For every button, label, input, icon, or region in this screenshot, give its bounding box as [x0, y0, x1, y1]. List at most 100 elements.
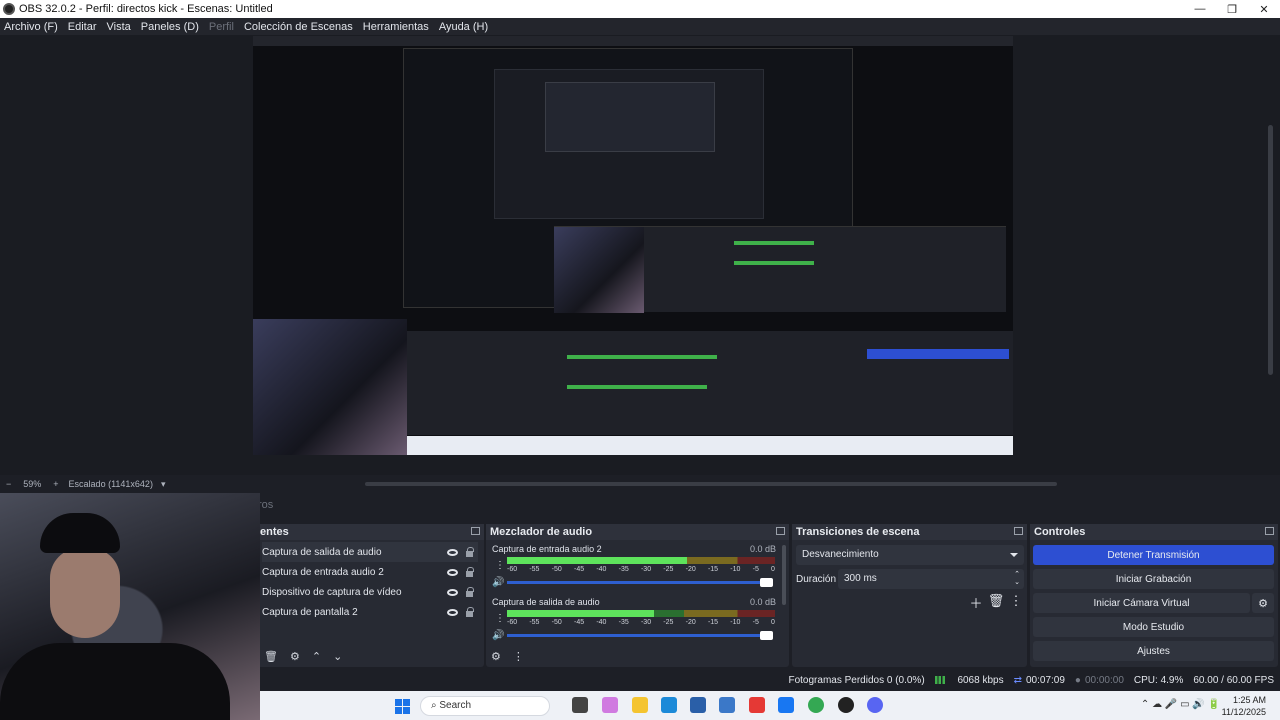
meter-tick-label: -20: [685, 619, 696, 626]
zoom-out-button[interactable]: −: [6, 479, 11, 489]
close-button[interactable]: ✕: [1248, 3, 1280, 16]
store-icon[interactable]: [690, 697, 706, 713]
maximize-button[interactable]: ❐: [1216, 3, 1248, 16]
menu-vista[interactable]: Vista: [107, 21, 131, 33]
advanced-audio-icon[interactable]: ⚙: [491, 650, 501, 663]
webcam-person-cap: [40, 513, 120, 553]
speaker-icon[interactable]: 🔊: [492, 577, 504, 588]
visibility-eye-icon[interactable]: [447, 568, 458, 576]
remove-transition-trash-icon[interactable]: 🗑: [986, 593, 1006, 612]
preview-vertical-scrollbar[interactable]: [1268, 125, 1273, 375]
obs-logo-icon: [3, 3, 15, 15]
stop-streaming-button[interactable]: Detener Transmisión: [1033, 545, 1274, 565]
preview-meter: [567, 385, 707, 389]
preview-area[interactable]: [0, 35, 1280, 475]
menu-herramientas[interactable]: Herramientas: [363, 21, 429, 33]
scaling-dropdown-icon[interactable]: ▾: [161, 479, 166, 490]
volume-slider-handle[interactable]: [760, 631, 773, 640]
remove-source-trash-icon[interactable]: 🗑: [264, 650, 278, 663]
menu-coleccion-escenas[interactable]: Colección de Escenas: [244, 21, 353, 33]
copilot-icon[interactable]: [602, 697, 618, 713]
meter-tick-label: -20: [685, 566, 696, 573]
channel-menu-dots-icon[interactable]: ⋮: [495, 613, 505, 624]
settings-button[interactable]: Ajustes: [1033, 641, 1274, 661]
source-properties-gear-icon[interactable]: ⚙: [290, 650, 300, 663]
undock-icon[interactable]: [1265, 527, 1274, 535]
outlook-icon[interactable]: [719, 697, 735, 713]
move-up-icon[interactable]: ⌃: [312, 650, 321, 663]
minimize-button[interactable]: —: [1184, 3, 1216, 16]
channel-menu-dots-icon[interactable]: ⋮: [495, 560, 505, 571]
preview-webcam-source: [253, 319, 407, 455]
source-item[interactable]: Captura de pantalla 2: [262, 602, 478, 622]
chrome-icon[interactable]: [808, 697, 824, 713]
zoom-in-button[interactable]: +: [53, 479, 58, 489]
undock-icon[interactable]: [1014, 527, 1023, 535]
mixer-scrollbar[interactable]: [782, 545, 786, 605]
mixer-menu-dots-icon[interactable]: ⋮: [513, 650, 524, 663]
source-label: Dispositivo de captura de vídeo: [262, 586, 402, 598]
system-tray-icons[interactable]: ⌃ ☁ 🎤 ▭ 🔊 🔋: [1141, 699, 1220, 710]
menu-ayuda[interactable]: Ayuda (H): [439, 21, 488, 33]
preview-recursive-frame: [403, 48, 1006, 313]
meter-tick-label: -10: [730, 619, 741, 626]
task-view-icon[interactable]: [572, 697, 588, 713]
youtube-icon[interactable]: [749, 697, 765, 713]
duration-label: Duración: [796, 574, 837, 585]
clock-date: 11/12/2025: [1221, 707, 1266, 717]
speaker-icon[interactable]: 🔊: [492, 630, 504, 641]
source-item[interactable]: Captura de salida de audio: [262, 542, 478, 562]
start-virtual-camera-button[interactable]: Iniciar Cámara Virtual: [1033, 593, 1250, 613]
virtual-camera-settings-gear-icon[interactable]: ⚙: [1252, 593, 1274, 613]
undock-icon[interactable]: [471, 527, 480, 535]
scaling-mode-label: Escalado (1141x642): [68, 479, 153, 489]
undock-icon[interactable]: [776, 527, 785, 535]
add-transition-icon[interactable]: ＋: [966, 593, 986, 612]
duration-spinner-icon[interactable]: ⌃ ⌄: [1014, 571, 1020, 587]
lock-icon[interactable]: [466, 587, 474, 597]
preview-nested-meter: [734, 241, 814, 245]
studio-mode-button[interactable]: Modo Estudio: [1033, 617, 1274, 637]
meter-tick-label: -50: [551, 566, 562, 573]
taskbar-search[interactable]: ⌕ Search: [420, 696, 550, 716]
file-explorer-icon[interactable]: [632, 697, 648, 713]
preview-horizontal-scrollbar[interactable]: [365, 482, 1057, 486]
transition-select[interactable]: Desvanecimiento: [796, 545, 1024, 565]
volume-slider-handle[interactable]: [760, 578, 773, 587]
menu-editar[interactable]: Editar: [68, 21, 97, 33]
visibility-eye-icon[interactable]: [447, 588, 458, 596]
source-item[interactable]: Dispositivo de captura de vídeo: [262, 582, 478, 602]
volume-slider[interactable]: [507, 631, 773, 640]
menu-paneles[interactable]: Paneles (D): [141, 21, 199, 33]
windows-start-icon[interactable]: [395, 699, 410, 714]
scenes-tab-stub[interactable]: ros: [258, 499, 273, 511]
lock-icon[interactable]: [466, 607, 474, 617]
start-recording-button[interactable]: Iniciar Grabación: [1033, 569, 1274, 589]
volume-slider[interactable]: [507, 578, 773, 587]
lock-icon[interactable]: [466, 567, 474, 577]
transition-menu-dots-icon[interactable]: ⋮: [1006, 593, 1026, 612]
visibility-eye-icon[interactable]: [447, 548, 458, 556]
menu-perfil[interactable]: Perfil: [209, 21, 234, 33]
meter-ticks: -60 -55 -50 -45 -40 -35 -30 -25 -20 -15 -10 -5 0: [507, 566, 775, 573]
edge-icon[interactable]: [661, 697, 677, 713]
duration-input[interactable]: 300 ms ⌃ ⌄: [838, 569, 1024, 589]
obs-taskbar-icon[interactable]: [838, 697, 854, 713]
taskbar-clock[interactable]: 1:25 AM 11/12/2025: [1222, 694, 1266, 718]
mixer-channel-name: Captura de salida de audio: [492, 597, 600, 607]
program-preview[interactable]: [253, 36, 1013, 455]
menu-archivo[interactable]: Archivo (F): [4, 21, 58, 33]
meter-tick-label: -40: [596, 619, 607, 626]
facebook-icon[interactable]: [778, 697, 794, 713]
meter-tick-label: -55: [529, 619, 540, 626]
lock-icon[interactable]: [466, 547, 474, 557]
visibility-eye-icon[interactable]: [447, 608, 458, 616]
record-time: 00:00:00: [1084, 674, 1124, 686]
move-down-icon[interactable]: ⌄: [333, 650, 342, 663]
meter-tick-label: -40: [596, 566, 607, 573]
zoom-bar: − 59% + Escalado (1141x642) ▾: [0, 475, 1280, 493]
mixer-channel: Captura de entrada audio 2 0.0 dB ⋮ -60 -…: [487, 544, 782, 594]
source-item[interactable]: Captura de entrada audio 2: [262, 562, 478, 582]
zoom-level: 59%: [23, 479, 42, 489]
discord-icon[interactable]: [867, 697, 883, 713]
